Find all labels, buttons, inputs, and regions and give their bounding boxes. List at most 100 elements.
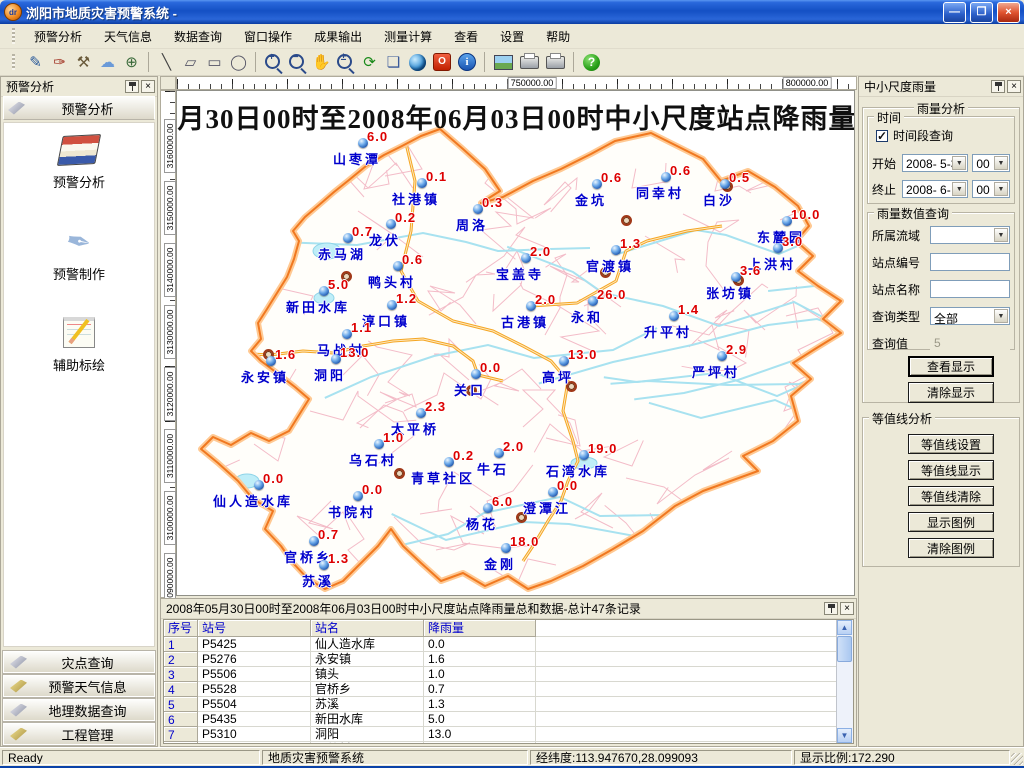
start-date-select[interactable]: 2008- 5-30 ▼ (902, 154, 968, 172)
chevron-down-icon[interactable]: ▼ (952, 182, 966, 196)
cloud-weather-icon[interactable]: ☁ (96, 51, 119, 74)
sidebar-item-3[interactable]: 地理数据查询 (3, 699, 155, 721)
table-row[interactable]: 7P5310洞阳13.0 (164, 727, 837, 742)
close-icon[interactable]: × (1007, 80, 1021, 93)
line-draw-icon[interactable]: ╲ (155, 51, 178, 74)
resize-grip[interactable] (1011, 753, 1023, 765)
right-panel-title: 中小尺度雨量 (864, 78, 989, 95)
scrollbar-thumb[interactable] (837, 636, 852, 662)
time-range-checkbox[interactable] (876, 130, 888, 142)
export-image-icon[interactable] (494, 55, 513, 70)
clear-display-button[interactable]: 清除显示 (908, 382, 994, 403)
sidebar-item-2[interactable]: 预警天气信息 (3, 675, 155, 697)
menu-item-6[interactable]: 测量计算 (373, 25, 443, 48)
pin-icon[interactable] (824, 602, 838, 615)
chevron-down-icon[interactable]: ▼ (952, 156, 966, 170)
table-row[interactable]: 6P5435新田水库5.0 (164, 712, 837, 727)
pin-icon[interactable] (991, 80, 1005, 93)
close-icon[interactable]: × (840, 602, 854, 615)
zoom-extent-icon[interactable]: ± (334, 51, 357, 74)
isoline-button-5[interactable]: 清除图例 (908, 538, 994, 558)
end-date-select[interactable]: 2008- 6- 3 ▼ (902, 180, 968, 198)
end-time-row: 终止 2008- 6- 3 ▼ 00 ▼ (872, 179, 1010, 199)
chevron-down-icon[interactable]: ▼ (994, 156, 1008, 170)
menu-grip[interactable] (12, 28, 15, 44)
station-value: 0.3 (482, 195, 503, 210)
warning-analysis-icon[interactable]: ✎ (24, 51, 47, 74)
menu-item-1[interactable]: 预警分析 (23, 25, 93, 48)
print-setup-icon[interactable] (546, 56, 565, 69)
minimize-button[interactable]: — (943, 2, 966, 23)
stop-icon[interactable]: O (433, 53, 451, 71)
station-value: 13.0 (568, 347, 597, 362)
sidebar-tool-2[interactable]: ✒预警制作 (4, 225, 154, 283)
station-name: 关口 (454, 380, 486, 399)
column-header-3[interactable]: 站名 (311, 620, 424, 637)
toolbar-grip[interactable] (12, 54, 15, 70)
ellipse-draw-icon[interactable]: ◯ (227, 51, 250, 74)
globe-icon[interactable] (409, 54, 426, 71)
column-header-1[interactable]: 序号 (164, 620, 198, 637)
table-row[interactable]: 1P5425仙人造水库0.0 (164, 637, 837, 652)
zoom-out-icon[interactable]: − (286, 51, 309, 74)
station-name: 鸭头村 (368, 272, 416, 291)
refresh-view-icon[interactable]: ⟳ (358, 51, 381, 74)
menu-item-7[interactable]: 查看 (443, 25, 489, 48)
help-icon[interactable]: ? (583, 54, 600, 71)
sidebar-tool-3[interactable]: 辅助标绘 (4, 317, 154, 374)
menu-item-9[interactable]: 帮助 (535, 25, 581, 48)
scroll-up-icon[interactable]: ▲ (837, 620, 852, 635)
grid-scrollbar[interactable]: ▲ ▼ (836, 620, 853, 743)
zoom-in-icon[interactable]: + (262, 51, 285, 74)
menu-item-5[interactable]: 成果输出 (303, 25, 373, 48)
query-type-select[interactable]: 全部▼ (930, 307, 1010, 325)
isoline-button-2[interactable]: 等值线显示 (908, 460, 994, 480)
menu-item-8[interactable]: 设置 (489, 25, 535, 48)
column-header-2[interactable]: 站号 (198, 620, 311, 637)
isoline-button-1[interactable]: 等值线设置 (908, 434, 994, 454)
chevron-down-icon[interactable]: ▼ (994, 182, 1008, 196)
center-locate-icon[interactable]: ⊕ (120, 51, 143, 74)
chevron-down-icon[interactable]: ▼ (994, 309, 1008, 323)
pin-icon[interactable] (125, 80, 139, 93)
rectangle-draw-icon[interactable]: ▭ (203, 51, 226, 74)
table-row[interactable]: 3P5506镇头1.0 (164, 667, 837, 682)
hammer-tool-icon[interactable]: ⚒ (72, 51, 95, 74)
print-icon[interactable] (520, 56, 539, 69)
sidebar-item-1[interactable]: 灾点查询 (3, 651, 155, 673)
chevron-down-icon[interactable]: ▼ (994, 228, 1008, 242)
menu-item-4[interactable]: 窗口操作 (233, 25, 303, 48)
table-row[interactable]: 5P5504苏溪1.3 (164, 697, 837, 712)
window-titlebar[interactable]: dr 浏阳市地质灾害预警系统 - — ❐ × (0, 0, 1024, 24)
restore-button[interactable]: ❐ (970, 2, 993, 23)
cell: P5435 (198, 712, 311, 727)
isoline-button-3[interactable]: 等值线清除 (908, 486, 994, 506)
station-value: 2.0 (535, 292, 556, 307)
scroll-down-icon[interactable]: ▼ (837, 728, 852, 743)
isoline-button-4[interactable]: 显示图例 (908, 512, 994, 532)
sidebar-item-4[interactable]: 工程管理 (3, 723, 155, 745)
table-row[interactable]: 4P5528官桥乡0.7 (164, 682, 837, 697)
close-icon[interactable]: × (141, 80, 155, 93)
view-display-button[interactable]: 查看显示 (908, 356, 994, 377)
pan-icon[interactable]: ✋ (310, 51, 333, 74)
basin-select[interactable]: ▼ (930, 226, 1010, 244)
table-row[interactable]: 2P5276永安镇1.6 (164, 652, 837, 667)
polygon-draw-icon[interactable]: ▱ (179, 51, 202, 74)
warning-brush-icon[interactable]: ✑ (48, 51, 71, 74)
copy-layers-icon[interactable]: ❏ (382, 51, 405, 74)
start-hour-select[interactable]: 00 ▼ (972, 154, 1010, 172)
station-name-input[interactable] (930, 280, 1010, 298)
end-hour-select[interactable]: 00 ▼ (972, 180, 1010, 198)
column-header-4[interactable]: 降雨量 (424, 620, 536, 637)
menu-item-2[interactable]: 天气信息 (93, 25, 163, 48)
sidebar-tool-1[interactable]: 预警分析 (4, 135, 154, 191)
sidebar-group-warning-analysis[interactable]: 预警分析 (3, 96, 155, 120)
info-icon[interactable]: i (458, 53, 476, 71)
close-button[interactable]: × (997, 2, 1020, 23)
table-row[interactable]: 8P5447马战村1.1 (164, 742, 837, 743)
station-value: 2.0 (503, 439, 524, 454)
map-canvas[interactable]: 5月30日00时至2008年06月03日00时中小尺度站点降雨量 6.0山枣潭0… (176, 90, 855, 596)
station-id-input[interactable] (930, 253, 1010, 271)
menu-item-3[interactable]: 数据查询 (163, 25, 233, 48)
